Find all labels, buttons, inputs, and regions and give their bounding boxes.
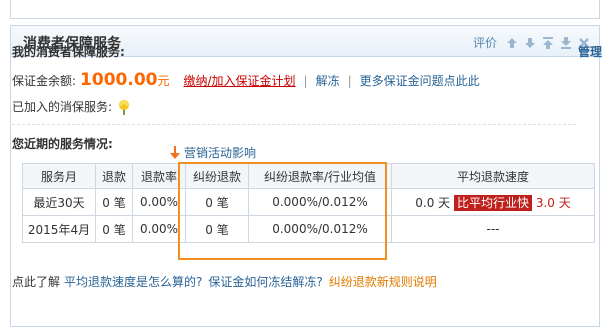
marketing-note-text: 营销活动影响 [184, 146, 257, 160]
cell-month: 最近30天 [22, 188, 96, 216]
col-dispute-rate: 纠纷退款率/行业均值 [248, 163, 392, 189]
table-row: 最近30天 0 笔 0.00% 0 笔 0.000%/0.012% 0.0 天 … [22, 188, 595, 216]
section-divider [12, 124, 576, 125]
col-refund-rate: 退款率 [132, 163, 186, 189]
service-stats-table: 服务月 退款 退款率 纠纷退款 纠纷退款率/行业均值 平均退款速度 最近30天 … [22, 163, 595, 243]
cell-avg-speed: --- [391, 215, 595, 243]
manage-link[interactable]: 管理 [578, 43, 602, 60]
help-prefix: 点此了解 [12, 275, 61, 289]
deposit-freeze-help-link[interactable]: 保证金如何冻结解冻? [208, 273, 322, 290]
cell-dispute: 0 笔 [185, 188, 249, 216]
consumer-protection-icon[interactable] [116, 99, 132, 115]
header-tools: 评价 [473, 34, 591, 51]
move-top-icon[interactable] [541, 36, 555, 50]
table-row: 2015年4月 0 笔 0.00% 0 笔 0.000%/0.012% --- [22, 215, 595, 243]
col-refund: 退款 [95, 163, 133, 189]
help-links-row: 点此了解 平均退款速度是怎么算的? 保证金如何冻结解冻? 纠纷退款新规则说明 [12, 273, 437, 290]
pay-deposit-link[interactable]: 缴纳/加入保证金计划 [184, 72, 296, 89]
joined-services-label: 已加入的消保服务: [12, 100, 113, 114]
faster-than-industry-badge: 比平均行业快 [453, 194, 532, 211]
cell-dispute-rate: 0.000%/0.012% [248, 215, 392, 243]
refund-speed-help-link[interactable]: 平均退款速度是怎么算的? [64, 273, 202, 290]
move-down-icon[interactable] [523, 36, 537, 50]
col-dispute: 纠纷退款 [185, 163, 249, 189]
arrow-down-icon [170, 145, 180, 159]
cell-refund: 0 笔 [95, 215, 133, 243]
col-avg-speed: 平均退款速度 [391, 163, 595, 189]
cell-avg-speed: 0.0 天 比平均行业快 3.0 天 [391, 188, 595, 216]
move-up-icon[interactable] [505, 36, 519, 50]
balance-row: 保证金余额: 1000.00 元 缴纳/加入保证金计划 | 解冻 | 更多保证金… [12, 70, 480, 90]
recent-service-title: 您近期的服务情况: [12, 137, 113, 151]
speed-value: 0.0 天 [415, 195, 451, 210]
cell-refund: 0 笔 [95, 188, 133, 216]
marketing-note: 营销活动影响 [170, 144, 256, 161]
rating-link[interactable]: 评价 [473, 34, 497, 51]
cell-dispute-rate: 0.000%/0.012% [248, 188, 392, 216]
upper-panel [10, 0, 600, 19]
joined-services-row: 已加入的消保服务: [12, 98, 132, 115]
table-header-row: 服务月 退款 退款率 纠纷退款 纠纷退款率/行业均值 平均退款速度 [22, 163, 595, 189]
industry-speed-days: 3.0 天 [535, 195, 571, 210]
separator: | [347, 74, 352, 88]
balance-unit: 元 [157, 74, 170, 88]
move-bottom-icon[interactable] [559, 36, 573, 50]
balance-amount: 1000.00 [80, 70, 158, 90]
separator: | [303, 74, 308, 88]
cell-refund-rate: 0.00% [132, 188, 186, 216]
cell-refund-rate: 0.00% [132, 215, 186, 243]
my-services-title: 我的消费者保障服务: [12, 45, 125, 59]
more-deposit-questions-link[interactable]: 更多保证金问题点此此 [360, 72, 480, 89]
balance-label: 保证金余额: [12, 74, 77, 88]
col-month: 服务月 [22, 163, 96, 189]
cell-month: 2015年4月 [22, 215, 96, 243]
dispute-rules-link[interactable]: 纠纷退款新规则说明 [329, 273, 437, 290]
unfreeze-link[interactable]: 解冻 [316, 72, 340, 89]
cell-dispute: 0 笔 [185, 215, 249, 243]
